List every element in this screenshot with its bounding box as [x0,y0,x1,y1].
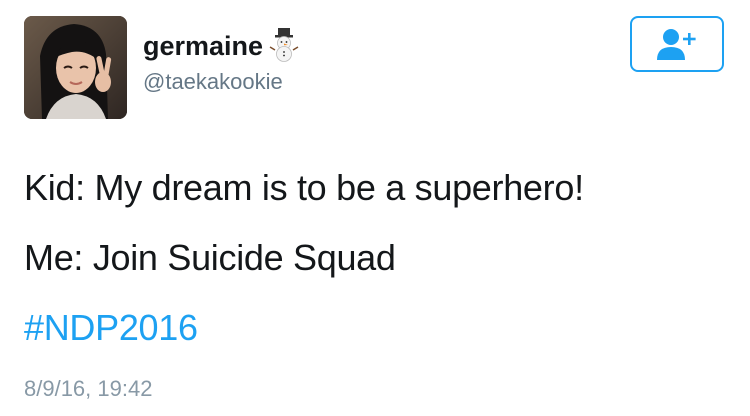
tweet-card: germaine @taekakookie Kid: My dream is t… [0,0,750,416]
tweet-text-line-2: Me: Join Suicide Squad [24,237,396,278]
tweet-timestamp[interactable]: 8/9/16, 19:42 [24,374,152,404]
avatar[interactable] [24,16,127,119]
display-name-text[interactable]: germaine [143,31,263,61]
follow-button[interactable] [630,16,724,72]
tweet-text-line-1: Kid: My dream is to be a superhero! [24,167,584,208]
user-handle[interactable]: @taekakookie [143,68,283,96]
snowman-icon [269,27,299,62]
display-name[interactable]: germaine [143,27,299,65]
hashtag-link[interactable]: #NDP2016 [24,306,198,350]
add-user-icon [657,29,696,60]
profile-photo [24,16,127,119]
